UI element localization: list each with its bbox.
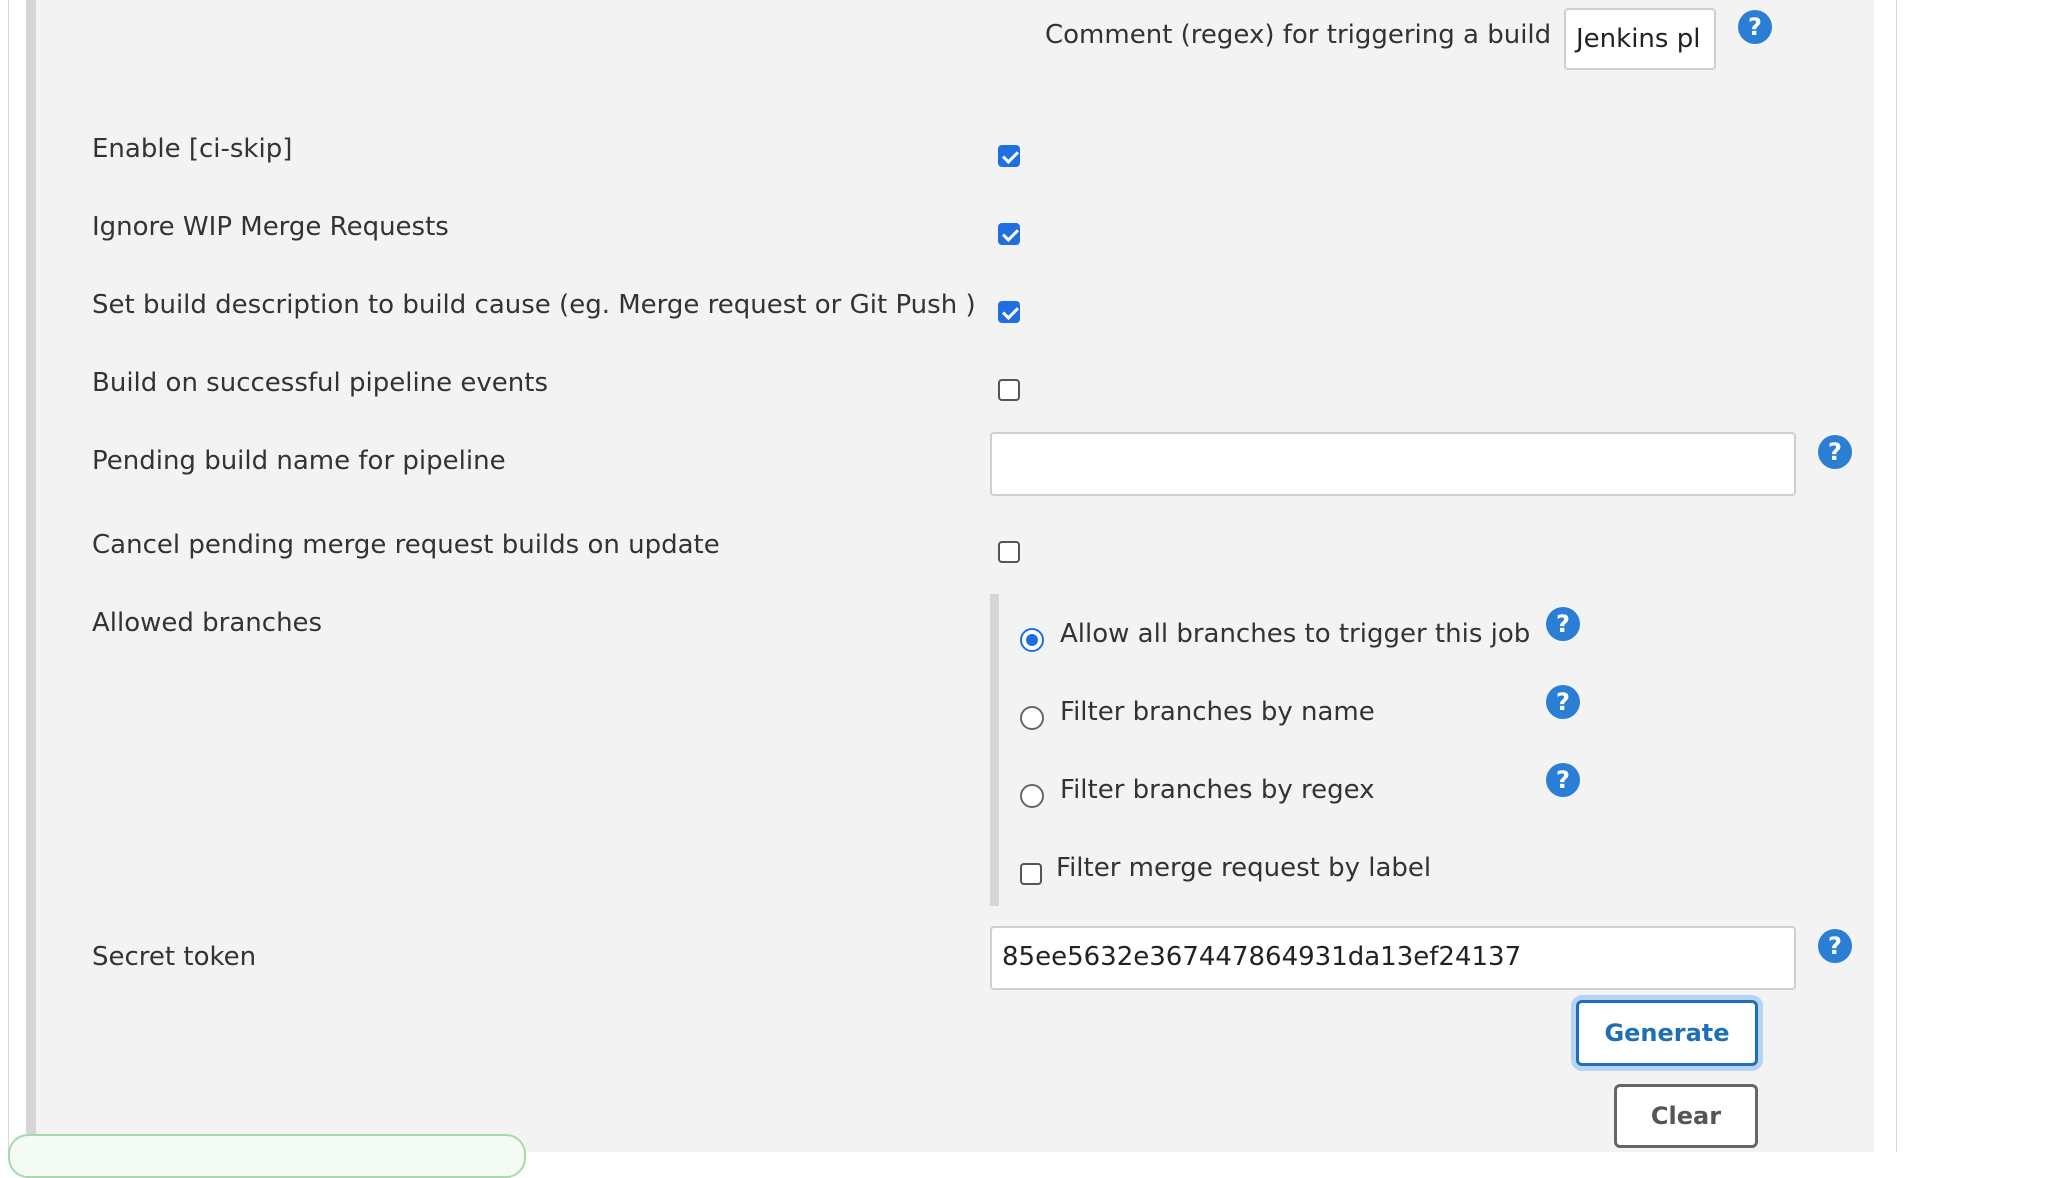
notification-bar: [8, 1134, 526, 1178]
clear-button[interactable]: Clear: [1614, 1084, 1758, 1148]
ignore-wip-label: Ignore WIP Merge Requests: [92, 212, 449, 242]
filter-by-label-label: Filter merge request by label: [1056, 853, 1432, 883]
section-indent-bar: [26, 0, 36, 1152]
filter-by-regex-label: Filter branches by regex: [1060, 775, 1375, 805]
set-build-description-label: Set build description to build cause (eg…: [92, 290, 976, 320]
filter-by-regex-radio[interactable]: [1020, 784, 1044, 808]
secret-token-input[interactable]: 85ee5632e367447864931da13ef24137: [990, 926, 1796, 990]
allowed-branches-group-bar: [990, 594, 999, 906]
set-build-description-checkbox[interactable]: [998, 301, 1020, 323]
filter-by-name-label: Filter branches by name: [1060, 697, 1375, 727]
page-right-border: [1896, 0, 1897, 1152]
build-on-pipeline-checkbox[interactable]: [998, 379, 1020, 401]
secret-token-label: Secret token: [92, 942, 257, 972]
filter-by-name-help-icon[interactable]: ?: [1546, 685, 1580, 719]
pending-build-name-input[interactable]: [990, 432, 1796, 496]
secret-token-help-icon[interactable]: ?: [1818, 929, 1852, 963]
cancel-pending-checkbox[interactable]: [998, 541, 1020, 563]
comment-trigger-input[interactable]: Jenkins pl: [1564, 8, 1716, 70]
allowed-branches-label: Allowed branches: [92, 608, 323, 638]
filter-by-name-radio[interactable]: [1020, 706, 1044, 730]
filter-by-regex-help-icon[interactable]: ?: [1546, 763, 1580, 797]
comment-trigger-label: Comment (regex) for triggering a build: [1045, 20, 1552, 50]
filter-by-label-checkbox[interactable]: [1020, 863, 1042, 885]
allow-all-branches-label: Allow all branches to trigger this job: [1060, 619, 1531, 649]
page-left-border: [8, 0, 9, 1152]
pending-build-name-label: Pending build name for pipeline: [92, 446, 506, 476]
enable-ci-skip-label: Enable [ci-skip]: [92, 134, 293, 164]
pending-build-name-help-icon[interactable]: ?: [1818, 435, 1852, 469]
enable-ci-skip-checkbox[interactable]: [998, 145, 1020, 167]
allow-all-branches-help-icon[interactable]: ?: [1546, 607, 1580, 641]
allow-all-branches-radio[interactable]: [1020, 628, 1044, 652]
cancel-pending-label: Cancel pending merge request builds on u…: [92, 530, 720, 560]
generate-button[interactable]: Generate: [1576, 1000, 1758, 1066]
ignore-wip-checkbox[interactable]: [998, 223, 1020, 245]
build-on-pipeline-label: Build on successful pipeline events: [92, 368, 549, 398]
comment-trigger-help-icon[interactable]: ?: [1738, 10, 1772, 44]
